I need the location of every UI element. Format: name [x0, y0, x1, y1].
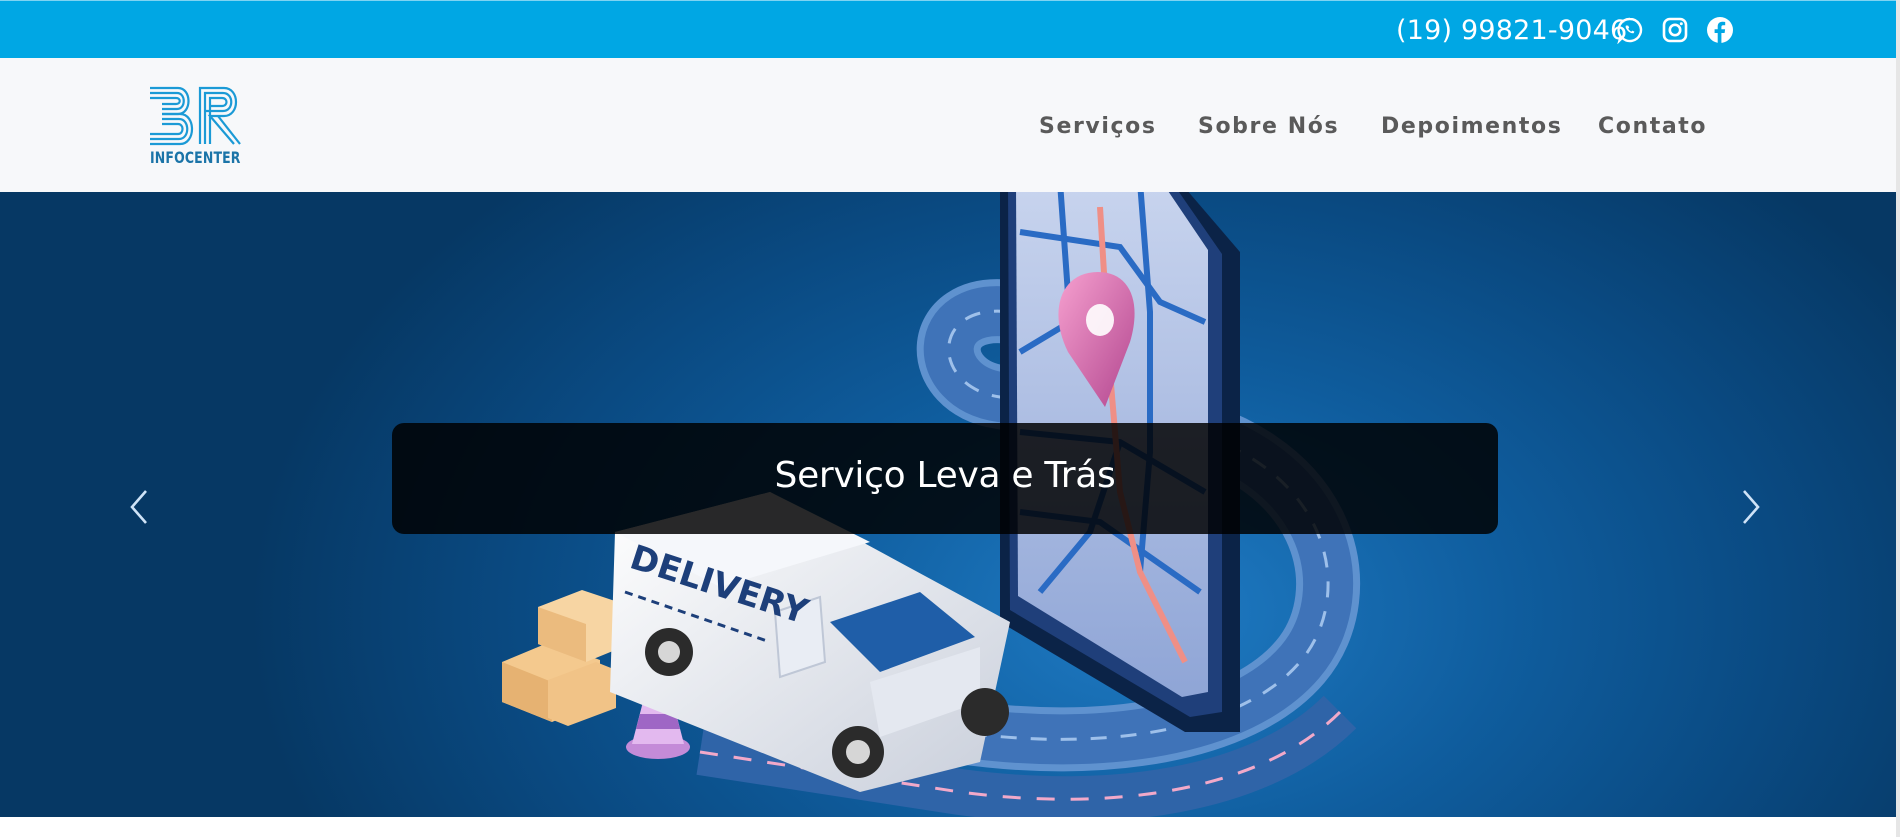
scrollbar[interactable]	[1896, 0, 1900, 837]
facebook-icon[interactable]	[1706, 16, 1734, 44]
chevron-right-icon[interactable]	[1736, 485, 1766, 529]
logo-text: INFOCENTER	[150, 148, 241, 167]
nav-depoimentos[interactable]: Depoimentos	[1381, 114, 1562, 139]
page-bottom-strip	[0, 817, 1896, 837]
whatsapp-icon[interactable]	[1616, 16, 1644, 44]
slide-caption: Serviço Leva e Trás	[392, 423, 1498, 534]
slide-caption-text: Serviço Leva e Trás	[774, 455, 1116, 496]
phone-number[interactable]: (19) 99821-9046	[1396, 15, 1627, 46]
contact-topbar: (19) 99821-9046	[0, 0, 1896, 58]
main-navbar: INFOCENTER Serviços Sobre Nós Depoimento…	[0, 58, 1896, 192]
parcel-boxes	[502, 590, 630, 726]
instagram-icon[interactable]	[1661, 16, 1689, 44]
chevron-left-icon[interactable]	[124, 485, 154, 529]
nav-servicos[interactable]: Serviços	[1039, 114, 1157, 139]
hero-carousel: DELIVERY Serviço Leva e Trás	[0, 192, 1896, 817]
nav-sobre-nos[interactable]: Sobre Nós	[1198, 114, 1339, 139]
nav-contato[interactable]: Contato	[1598, 114, 1707, 139]
